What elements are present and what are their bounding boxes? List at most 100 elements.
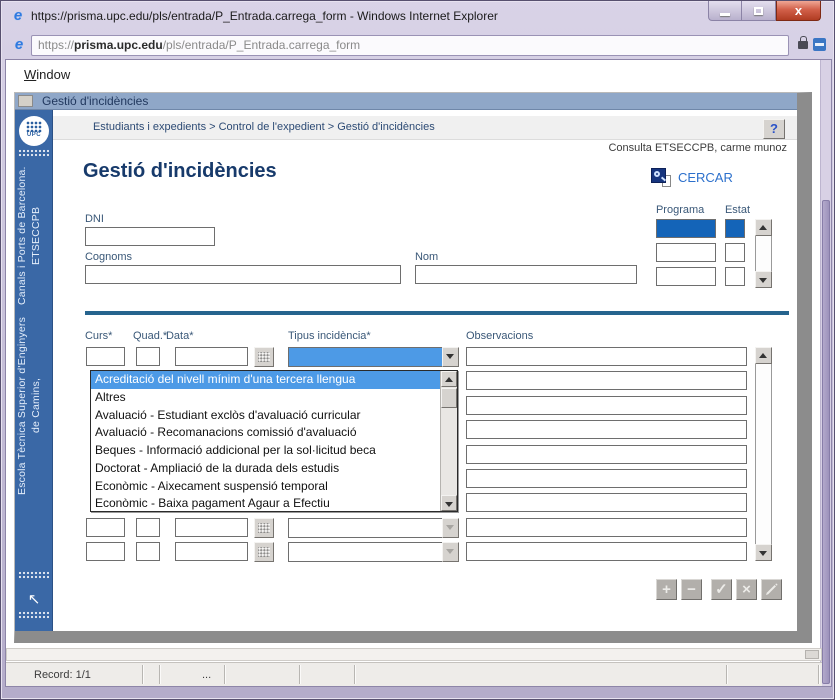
- calendar-icon: [258, 352, 270, 362]
- dropdown-option[interactable]: Acreditació del nivell mínim d'una terce…: [91, 371, 440, 389]
- observacions-input-row9[interactable]: [466, 542, 747, 561]
- edit-button[interactable]: [761, 579, 782, 600]
- curs-input-row8[interactable]: [86, 518, 125, 537]
- cercar-button[interactable]: CERCAR: [651, 167, 733, 187]
- address-input[interactable]: https://prisma.upc.edu/pls/entrada/P_Ent…: [31, 35, 789, 56]
- observacions-input-row5[interactable]: [466, 445, 747, 464]
- dropdown-option[interactable]: Econòmic - Baixa pagament Agaur a Efecti…: [91, 495, 440, 513]
- upc-logo-text: UPC: [19, 132, 49, 138]
- add-record-button[interactable]: +: [656, 579, 677, 600]
- estat-input-row2[interactable]: [725, 243, 745, 262]
- curs-header: Curs*: [85, 330, 113, 342]
- school-sidebar: UPC Escola Tècnica Superior d'Enginyers …: [15, 110, 53, 631]
- browser-vertical-scrollbar[interactable]: [820, 60, 831, 686]
- observacions-input-row1[interactable]: [466, 347, 747, 366]
- records-scroll-down-icon[interactable]: [755, 544, 772, 561]
- forms-applet: Gestió d'incidències UPC Escola Tècnica …: [14, 92, 812, 643]
- curs-input-row1[interactable]: [86, 347, 125, 366]
- observacions-input-row4[interactable]: [466, 420, 747, 439]
- tipus-select-row9[interactable]: [288, 542, 443, 562]
- observacions-input-row8[interactable]: [466, 518, 747, 537]
- scrollbar-thumb[interactable]: [822, 200, 830, 684]
- close-button[interactable]: x: [776, 1, 821, 21]
- dropdown-scroll-thumb[interactable]: [441, 388, 457, 408]
- estat-input-row1[interactable]: [725, 219, 745, 238]
- observacions-input-row7[interactable]: [466, 493, 747, 512]
- sidebar-dotted-divider: [18, 611, 49, 619]
- tipus-dropdown-arrow-row8[interactable]: [442, 518, 459, 538]
- dropdown-scroll-down-icon[interactable]: [441, 495, 457, 511]
- menu-window[interactable]: Window: [24, 67, 70, 82]
- window-title: https://prisma.upc.edu/pls/entrada/P_Ent…: [31, 9, 498, 23]
- cancel-button[interactable]: ×: [736, 579, 757, 600]
- calendar-button-row9[interactable]: [254, 542, 274, 562]
- search-icon: [651, 167, 671, 187]
- records-scrollbar[interactable]: [755, 347, 772, 561]
- collapse-arrow-icon[interactable]: ↖: [15, 592, 53, 607]
- help-button[interactable]: ?: [763, 119, 785, 139]
- scrollbar-corner: [805, 650, 819, 659]
- dropdown-option[interactable]: Econòmic - Aixecament suspensió temporal: [91, 478, 440, 496]
- data-input-row1[interactable]: [175, 347, 248, 366]
- tipus-select-row8[interactable]: [288, 518, 443, 538]
- dni-input[interactable]: [85, 227, 215, 246]
- compatibility-view-icon[interactable]: [813, 38, 826, 51]
- accept-button[interactable]: ✓: [711, 579, 732, 600]
- applet-menubar: Window: [6, 60, 820, 89]
- user-context-label: Consulta ETSECCPB, carme munoz: [608, 142, 787, 154]
- forms-statusbar: Record: 1/1 ...: [6, 662, 822, 686]
- dni-label: DNI: [85, 213, 104, 225]
- programa-scroll-up-icon[interactable]: [755, 219, 772, 236]
- estat-label: Estat: [725, 204, 750, 216]
- page-title: Gestió d'incidències: [83, 160, 277, 183]
- horizontal-scrollbar[interactable]: [6, 648, 822, 661]
- tipus-header: Tipus incidència*: [288, 330, 371, 342]
- dropdown-option[interactable]: Avaluació - Recomanacions comissió d'ava…: [91, 424, 440, 442]
- dropdown-option[interactable]: Doctorat - Ampliació de la durada dels e…: [91, 460, 440, 478]
- quad-header: Quad.*: [133, 330, 167, 342]
- maximize-icon: [754, 7, 763, 15]
- dropdown-option[interactable]: Avaluació - Estudiant exclòs d'avaluació…: [91, 407, 440, 425]
- browser-titlebar: e https://prisma.upc.edu/pls/entrada/P_E…: [1, 1, 834, 32]
- dropdown-option[interactable]: Altres: [91, 389, 440, 407]
- dropdown-option[interactable]: Beques - Informació addicional per la so…: [91, 442, 440, 460]
- programa-input-row1[interactable]: [656, 219, 716, 238]
- nom-label: Nom: [415, 251, 438, 263]
- tipus-dropdown-arrow-row1[interactable]: [442, 347, 459, 367]
- tipus-dropdown-arrow-row9[interactable]: [442, 542, 459, 562]
- estat-input-row3[interactable]: [725, 267, 745, 286]
- browser-viewport: Window Gestió d'incidències UPC Escola T…: [5, 59, 832, 687]
- quad-input-row9[interactable]: [136, 542, 160, 561]
- quad-input-row8[interactable]: [136, 518, 160, 537]
- observacions-input-row6[interactable]: [466, 469, 747, 488]
- tipus-select-row1[interactable]: [288, 347, 443, 367]
- observacions-input-row3[interactable]: [466, 396, 747, 415]
- data-input-row9[interactable]: [175, 542, 248, 561]
- sidebar-dotted-divider: [18, 571, 49, 579]
- quad-input-row1[interactable]: [136, 347, 160, 366]
- dropdown-scrollbar[interactable]: [440, 371, 457, 511]
- programa-input-row3[interactable]: [656, 267, 716, 286]
- maximize-button[interactable]: [742, 1, 776, 21]
- url-host: prisma.upc.edu: [74, 38, 163, 52]
- curs-input-row9[interactable]: [86, 542, 125, 561]
- calendar-button-row8[interactable]: [254, 518, 274, 538]
- data-header: Data*: [166, 330, 194, 342]
- security-lock-icon[interactable]: [798, 41, 808, 49]
- calendar-button-row1[interactable]: [254, 347, 274, 367]
- applet-window-titlebar: Gestió d'incidències: [15, 93, 797, 110]
- observacions-input-row2[interactable]: [466, 371, 747, 390]
- cognoms-input[interactable]: [85, 265, 401, 284]
- cognoms-label: Cognoms: [85, 251, 132, 263]
- nom-input[interactable]: [415, 265, 637, 284]
- remove-record-button[interactable]: −: [681, 579, 702, 600]
- tipus-dropdown-items: Acreditació del nivell mínim d'una terce…: [91, 371, 440, 511]
- records-scroll-up-icon[interactable]: [755, 347, 772, 364]
- minimize-button[interactable]: [708, 1, 742, 21]
- data-input-row8[interactable]: [175, 518, 248, 537]
- programa-input-row2[interactable]: [656, 243, 716, 262]
- page-favicon-icon: e: [11, 37, 27, 53]
- programa-scroll-down-icon[interactable]: [755, 271, 772, 288]
- dropdown-scroll-up-icon[interactable]: [441, 371, 457, 387]
- upc-logo: UPC: [19, 116, 49, 146]
